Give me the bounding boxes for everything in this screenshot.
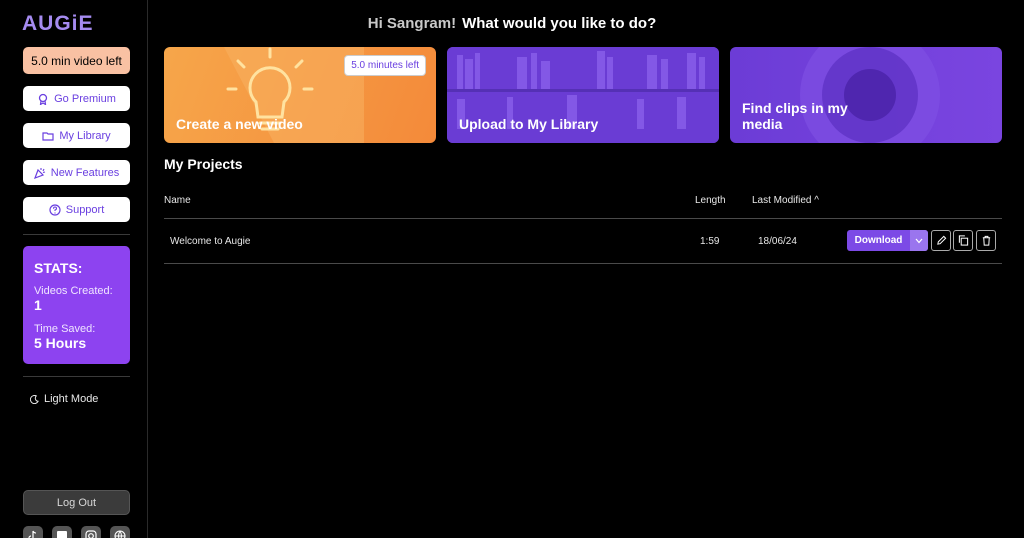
go-premium-label: Go Premium <box>54 92 116 105</box>
logout-button[interactable]: Log Out <box>23 490 130 515</box>
light-mode-toggle[interactable]: Light Mode <box>30 393 98 405</box>
download-button[interactable]: Download <box>847 230 910 251</box>
support-button[interactable]: Support <box>23 197 130 222</box>
premium-icon <box>38 93 48 105</box>
project-length: 1:59 <box>700 236 720 247</box>
column-header-last-modified[interactable]: Last Modified ^ <box>752 195 819 206</box>
globe-icon[interactable] <box>110 526 130 538</box>
upload-library-card[interactable]: Upload to My Library <box>447 47 719 143</box>
help-icon <box>49 203 61 216</box>
new-features-label: New Features <box>50 166 120 179</box>
pencil-icon <box>936 235 946 245</box>
upload-library-title: Upload to My Library <box>459 116 599 132</box>
time-saved-value: 5 Hours <box>34 335 87 351</box>
sidebar-divider <box>23 376 130 377</box>
create-video-title: Create a new video <box>176 116 303 132</box>
find-clips-card[interactable]: Find clips in my media <box>730 47 1002 143</box>
stats-panel: STATS: Videos Created: 1 Time Saved: 5 H… <box>23 246 130 364</box>
greeting-header: Hi Sangram! What would you like to do? <box>0 15 1024 32</box>
go-premium-button[interactable]: Go Premium <box>23 86 130 111</box>
find-clips-title: Find clips in my media <box>742 100 848 132</box>
party-icon <box>33 167 45 179</box>
edit-project-button[interactable] <box>931 230 951 251</box>
duplicate-project-button[interactable] <box>953 230 973 251</box>
time-saved-label: Time Saved: <box>34 323 96 335</box>
instagram-icon[interactable] <box>81 526 101 538</box>
greeting-hi: Hi Sangram! <box>367 15 457 32</box>
my-library-label: My Library <box>59 129 111 142</box>
linkedin-icon[interactable] <box>52 526 72 538</box>
videos-created-label: Videos Created: <box>34 285 113 297</box>
new-features-button[interactable]: New Features <box>23 160 130 185</box>
folder-icon <box>42 131 54 141</box>
tiktok-icon[interactable] <box>23 526 43 538</box>
light-mode-label: Light Mode <box>44 393 99 405</box>
create-video-card[interactable]: 5.0 minutes left Create a new video <box>164 47 436 143</box>
support-label: Support <box>65 203 105 216</box>
moon-icon <box>30 394 39 404</box>
table-row-divider <box>164 263 1002 264</box>
sidebar-divider <box>23 234 130 235</box>
download-options-dropdown[interactable] <box>910 230 928 251</box>
table-header-divider <box>164 218 1002 219</box>
greeting-question: What would you like to do? <box>462 15 657 32</box>
sidebar: AUGiE 5.0 min video left Go Premium My L… <box>0 0 148 538</box>
minutes-left-badge: 5.0 min video left <box>23 47 130 74</box>
project-last-modified: 18/06/24 <box>758 236 797 247</box>
column-header-name[interactable]: Name <box>164 195 191 206</box>
project-name[interactable]: Welcome to Augie <box>170 236 250 247</box>
stats-heading: STATS: <box>34 260 83 276</box>
videos-created-value: 1 <box>34 297 42 313</box>
minutes-left-tag: 5.0 minutes left <box>344 55 426 76</box>
my-library-button[interactable]: My Library <box>23 123 130 148</box>
download-split-button: Download <box>847 230 928 251</box>
copy-icon <box>958 235 968 246</box>
delete-project-button[interactable] <box>976 230 996 251</box>
trash-icon <box>982 235 990 246</box>
column-header-length[interactable]: Length <box>695 195 726 206</box>
chevron-down-icon <box>915 238 923 243</box>
my-projects-title: My Projects <box>164 156 243 172</box>
social-links <box>23 526 130 538</box>
